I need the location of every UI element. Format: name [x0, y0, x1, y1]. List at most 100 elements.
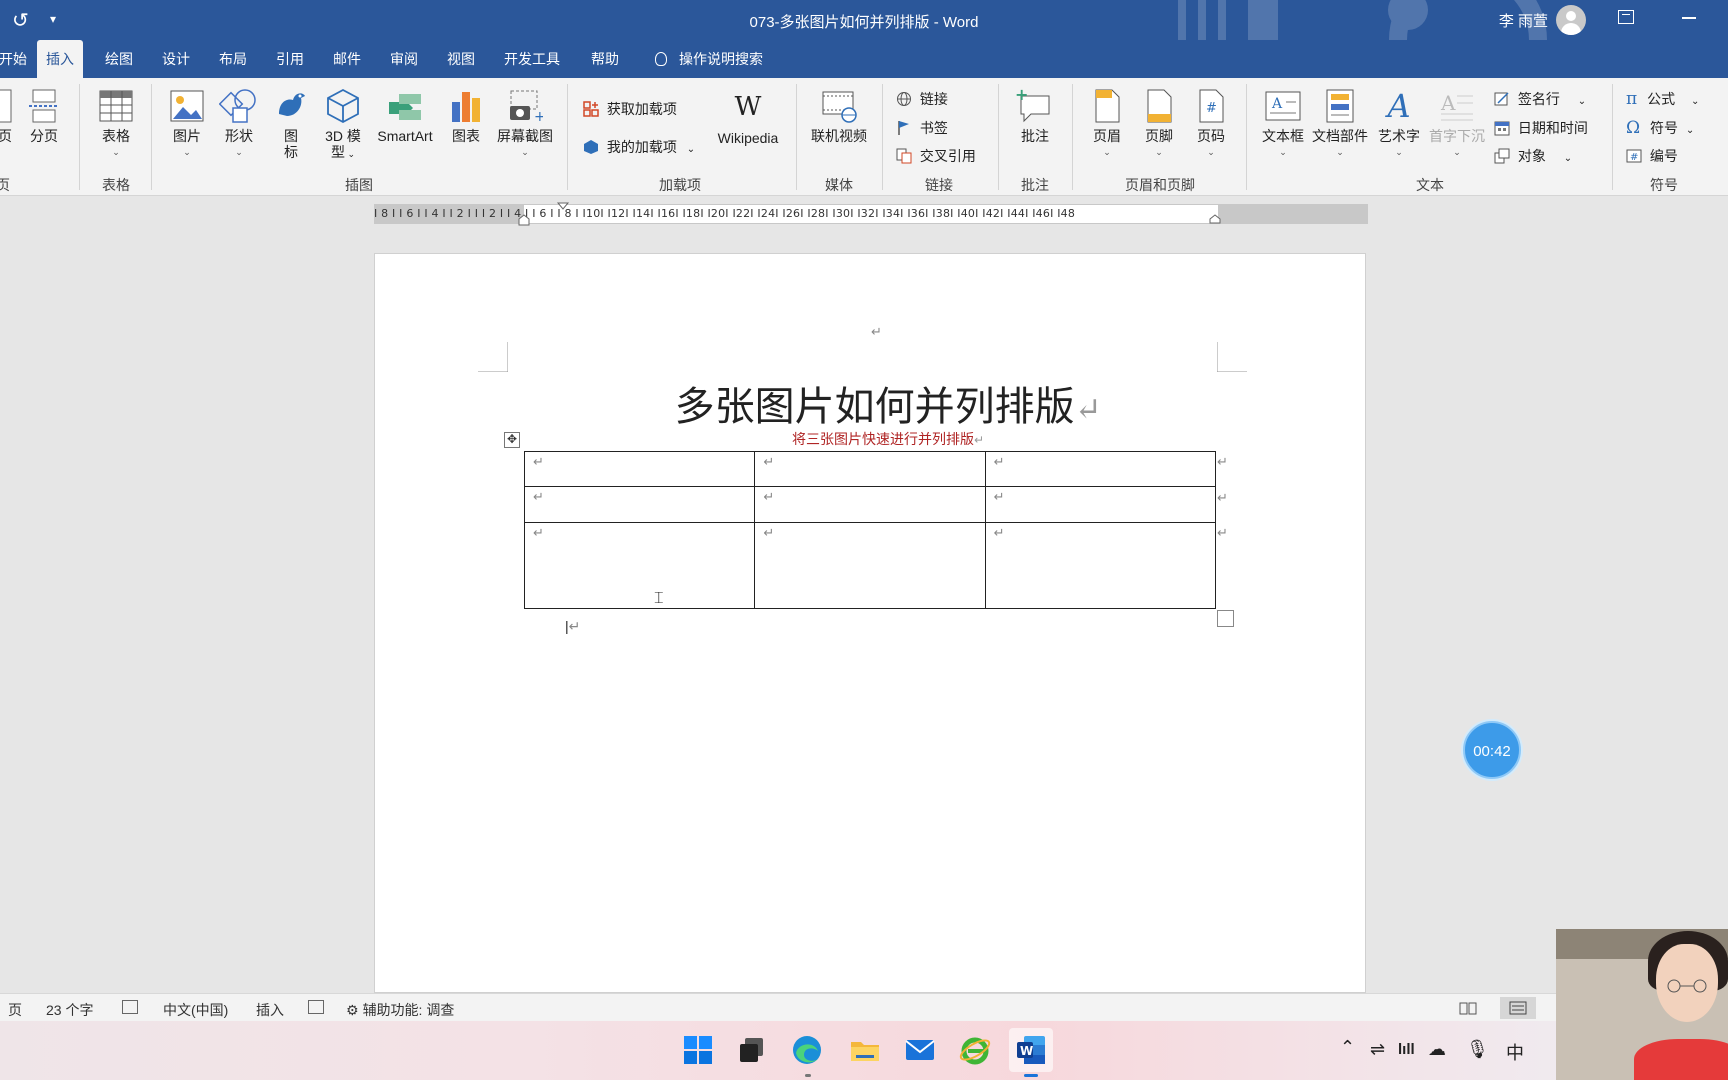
tell-me-search[interactable]: 操作说明搜索 [646, 40, 772, 78]
tab-help[interactable]: 帮助 [582, 40, 628, 78]
my-addins-button[interactable]: 我的加载项 ⌄ [583, 137, 695, 157]
ime-indicator[interactable]: 中 [1506, 1039, 1524, 1065]
ribbon: 页 分页 页 表格 ⌄ 表格 图片 ⌄ 形状 ⌄ 图 标 3D 模 型 ⌄ Sm… [0, 78, 1728, 196]
picture-button[interactable]: 图片 ⌄ [164, 88, 210, 160]
table-cell[interactable]: ↵ [754, 451, 986, 487]
wordart-button[interactable]: A 艺术字 ⌄ [1374, 88, 1424, 160]
text-cursor[interactable]: |↵ [565, 618, 580, 635]
read-mode-button[interactable] [1450, 997, 1486, 1019]
task-view-icon[interactable] [735, 1033, 769, 1067]
accessibility-status[interactable]: ⚙ 辅助功能: 调查 [346, 1000, 454, 1020]
ribbon-display-options-icon[interactable] [1618, 10, 1634, 24]
document-page[interactable]: ↵ 多张图片如何并列排版↵ 将三张图片快速进行并列排版↵ ✥ ↵ ↵ ↵ ↵ ↵… [374, 253, 1366, 993]
edge-icon[interactable] [790, 1033, 824, 1067]
macro-icon[interactable] [308, 1000, 324, 1014]
table-cell[interactable]: ↵ [754, 486, 986, 523]
globe-link-icon [897, 92, 911, 106]
recording-timer[interactable]: 00:42 [1463, 721, 1521, 779]
3d-models-button[interactable]: 3D 模 型 ⌄ [318, 88, 368, 162]
symbol-button[interactable]: Ω 符号 ⌄ [1626, 118, 1694, 138]
horizontal-ruler[interactable]: I 8 I I 6 I I 4 I I 2 I I I 2 I I 4 I I … [374, 201, 1368, 227]
page-indicator[interactable]: 页 [8, 1000, 22, 1020]
page-button[interactable]: 页 [0, 88, 16, 144]
document-table[interactable]: ↵ ↵ ↵ ↵ ↵ ↵ ↵ ↵ ↵ [523, 451, 1217, 609]
tab-insert[interactable]: 插入 [37, 40, 83, 78]
audio-meter-icon[interactable]: lıll [1398, 1041, 1415, 1058]
first-line-indent-marker[interactable] [556, 201, 570, 213]
microphone-icon[interactable]: 🎙 [1466, 1039, 1489, 1060]
table-cell[interactable]: ↵ [984, 451, 1217, 487]
number-button[interactable]: # 编号 [1626, 146, 1678, 166]
document-subtitle[interactable]: 将三张图片快速进行并列排版↵ [375, 429, 1367, 449]
divider [79, 84, 80, 190]
online-video-button[interactable]: 联机视频 [806, 88, 872, 144]
word-count[interactable]: 23 个字 [46, 1000, 93, 1020]
ie-icon[interactable] [958, 1033, 992, 1067]
shapes-button[interactable]: 形状 ⌄ [216, 88, 262, 160]
avatar[interactable] [1556, 5, 1586, 35]
date-time-button[interactable]: 日期和时间 [1494, 118, 1588, 138]
quick-parts-button[interactable]: 文档部件 ⌄ [1308, 88, 1372, 160]
ribbon-tabs: 开始 插入 绘图 设计 布局 引用 邮件 审阅 视图 开发工具 帮助 操作说明搜… [0, 40, 1728, 78]
minimize-icon[interactable] [1682, 17, 1696, 19]
table-resize-handle[interactable] [1217, 610, 1234, 627]
flag-icon [898, 121, 909, 135]
object-button[interactable]: 对象 ⌄ [1494, 146, 1572, 166]
icons-button[interactable]: 图 标 [270, 88, 312, 160]
header-button[interactable]: 页眉 ⌄ [1086, 88, 1128, 160]
drop-cap-button[interactable]: A 首字下沉 ⌄ [1424, 88, 1490, 160]
bookmark-button[interactable]: 书签 [896, 118, 948, 138]
windows-start-icon[interactable] [681, 1033, 715, 1067]
textbox-button[interactable]: A 文本框 ⌄ [1258, 88, 1308, 160]
proofing-icon[interactable] [122, 1000, 138, 1014]
right-indent-marker[interactable] [1208, 211, 1222, 227]
tab-developer[interactable]: 开发工具 [495, 40, 569, 78]
tab-draw[interactable]: 绘图 [96, 40, 142, 78]
language-indicator[interactable]: 中文(中国) [163, 1000, 228, 1020]
chevron-down-icon: ⌄ [1685, 125, 1695, 136]
tab-design[interactable]: 设计 [153, 40, 199, 78]
print-layout-button[interactable] [1500, 997, 1536, 1019]
show-hidden-icons-icon[interactable]: ⌃ [1340, 1037, 1355, 1058]
footer-button[interactable]: 页脚 ⌄ [1138, 88, 1180, 160]
cross-reference-button[interactable]: 交叉引用 [896, 146, 976, 166]
indent-marker[interactable] [517, 201, 531, 229]
link-button[interactable]: 链接 [896, 89, 948, 109]
tab-references[interactable]: 引用 [267, 40, 313, 78]
chevron-down-icon: ⌄ [686, 144, 696, 155]
signature-line-button[interactable]: 签名行 ⌄ [1494, 89, 1586, 109]
comment-button[interactable]: + 批注 [1012, 88, 1058, 144]
chart-button[interactable]: 图表 [444, 88, 488, 144]
chevron-down-icon: ⌄ [1395, 147, 1403, 157]
table-cell[interactable]: ↵ [984, 522, 1217, 609]
screenshot-button[interactable]: + 屏幕截图 ⌄ [492, 88, 558, 160]
wikipedia-icon: W [734, 92, 762, 122]
table-cell[interactable]: ↵ [523, 451, 756, 487]
table-cell[interactable]: ↵ [984, 486, 1217, 523]
word-icon[interactable]: W [1014, 1033, 1048, 1067]
group-tables: 表格 [102, 177, 130, 193]
insert-mode[interactable]: 插入 [256, 1000, 284, 1020]
table-move-handle[interactable]: ✥ [504, 432, 520, 448]
page-number-button[interactable]: # 页码 ⌄ [1190, 88, 1232, 160]
settings-sliders-icon[interactable]: ⇌ [1370, 1039, 1385, 1060]
page-break-button[interactable]: 分页 [26, 88, 62, 144]
table-cell[interactable]: ↵ [523, 522, 756, 609]
cloud-icon[interactable]: ☁ [1428, 1039, 1446, 1060]
tab-mailings[interactable]: 邮件 [324, 40, 370, 78]
tab-view[interactable]: 视图 [438, 40, 484, 78]
equation-button[interactable]: π 公式 ⌄ [1626, 89, 1699, 109]
user-name[interactable]: 李 雨萱 [1499, 10, 1548, 31]
file-explorer-icon[interactable] [848, 1033, 882, 1067]
wikipedia-button[interactable]: W Wikipedia [708, 92, 788, 146]
tab-review[interactable]: 审阅 [381, 40, 427, 78]
mail-icon[interactable] [903, 1033, 937, 1067]
table-cell[interactable]: ↵ [754, 522, 986, 609]
smartart-button[interactable]: SmartArt [370, 88, 440, 144]
get-addins-button[interactable]: 获取加载项 [583, 99, 677, 119]
tab-home[interactable]: 开始 [0, 40, 36, 78]
table-cell[interactable]: ↵ [523, 486, 756, 523]
table-button[interactable]: 表格 ⌄ [93, 88, 139, 160]
tab-layout[interactable]: 布局 [210, 40, 256, 78]
document-title[interactable]: 多张图片如何并列排版↵ [375, 374, 1367, 432]
